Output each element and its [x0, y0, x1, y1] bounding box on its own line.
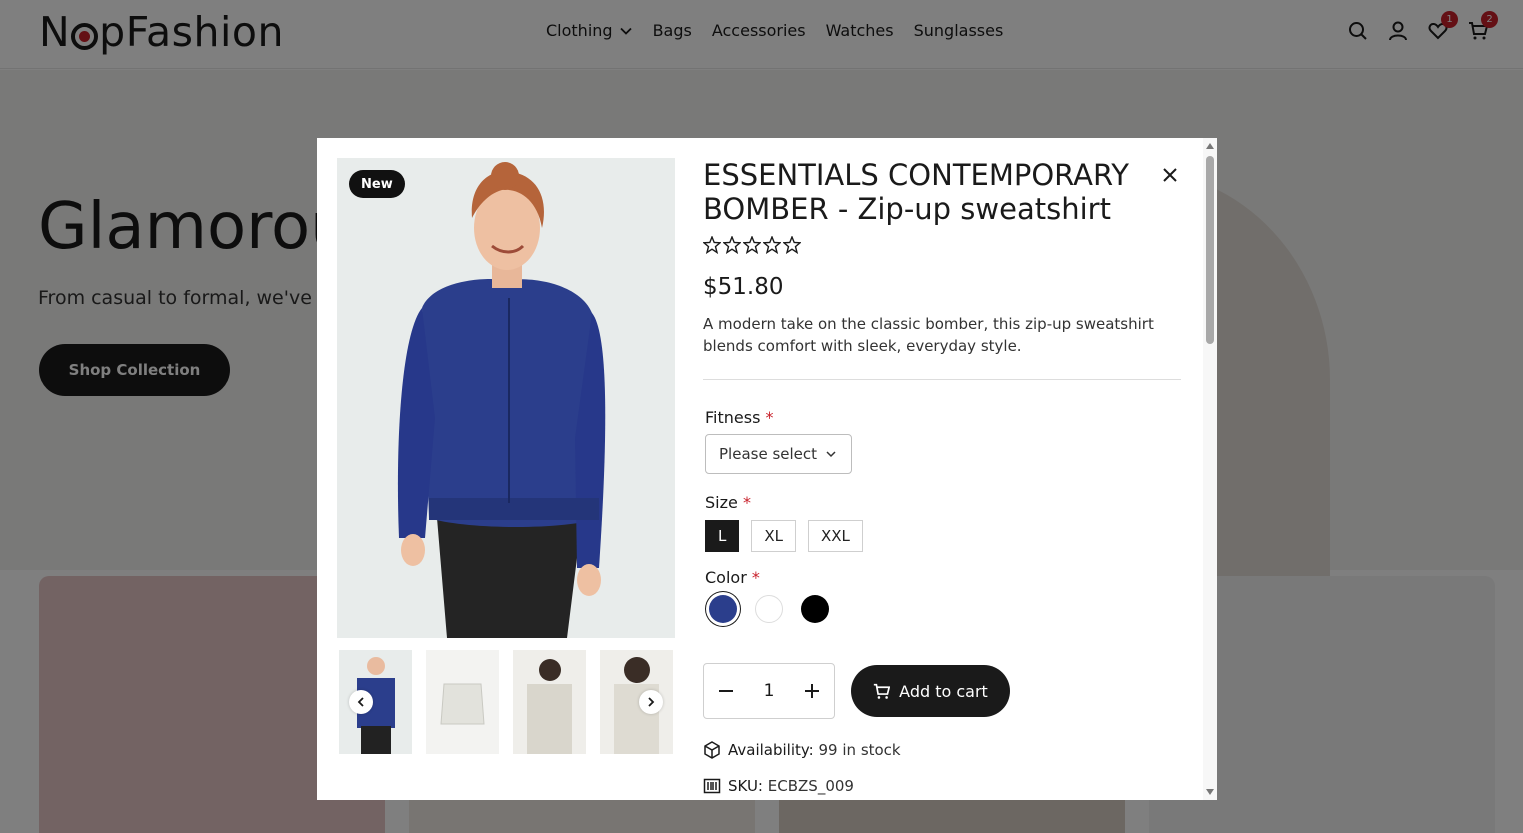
required-mark: *	[742, 493, 751, 512]
thumbnail-3[interactable]	[513, 650, 586, 754]
chevron-right-icon	[648, 697, 655, 707]
thumbnail-next-button[interactable]	[639, 690, 663, 714]
quick-view-modal: New ESSENTIALS CONTEMPORARY BOMBER - Zip…	[317, 138, 1217, 800]
sku: SKU: ECBZS_009	[703, 777, 854, 795]
add-to-cart-label: Add to cart	[899, 681, 988, 701]
size-option-xxl[interactable]: XXL	[808, 520, 863, 552]
product-title: ESSENTIALS CONTEMPORARY BOMBER - Zip-up …	[703, 158, 1130, 226]
size-label-text: Size	[705, 493, 738, 512]
box-icon	[704, 741, 720, 759]
sku-value: ECBZS_009	[767, 777, 854, 795]
product-main-image: New	[337, 158, 675, 638]
minus-icon[interactable]	[718, 683, 734, 699]
size-option-xl[interactable]: XL	[751, 520, 796, 552]
divider	[703, 379, 1181, 380]
star-icon	[703, 236, 721, 254]
thumbnail-image	[513, 650, 586, 754]
close-modal-button[interactable]	[1160, 165, 1180, 185]
color-swatch-black[interactable]	[801, 595, 829, 623]
color-label-text: Color	[705, 568, 747, 587]
availability: Availability: 99 in stock	[703, 741, 901, 759]
color-swatch-blue[interactable]	[709, 595, 737, 623]
fitness-select[interactable]: Please select	[705, 434, 852, 474]
product-photo	[337, 158, 675, 638]
quantity-value[interactable]: 1	[764, 681, 775, 701]
scroll-up-arrow-icon[interactable]	[1206, 143, 1214, 149]
chevron-down-icon	[826, 451, 836, 458]
chevron-left-icon	[357, 697, 364, 707]
close-icon	[1163, 168, 1177, 182]
scroll-down-arrow-icon[interactable]	[1206, 789, 1214, 795]
availability-label: Availability:	[728, 741, 814, 759]
star-icon	[763, 236, 781, 254]
cart-icon	[874, 683, 891, 699]
color-swatch-white[interactable]	[755, 595, 783, 623]
product-price: $51.80	[703, 274, 784, 300]
rating-stars	[703, 236, 801, 254]
new-badge: New	[349, 170, 405, 198]
required-mark: *	[765, 408, 774, 427]
modal-scrollbar[interactable]	[1203, 138, 1217, 800]
size-label: Size *	[705, 493, 751, 512]
barcode-icon	[703, 778, 721, 794]
fitness-label-text: Fitness	[705, 408, 761, 427]
thumbnail-2[interactable]	[426, 650, 499, 754]
plus-icon[interactable]	[804, 683, 820, 699]
thumbnail-prev-button[interactable]	[349, 690, 373, 714]
availability-value: 99 in stock	[818, 741, 901, 759]
fitness-label: Fitness *	[705, 408, 774, 427]
color-label: Color *	[705, 568, 760, 587]
add-to-cart-button[interactable]: Add to cart	[851, 665, 1010, 717]
fitness-select-value: Please select	[719, 445, 818, 463]
sku-label: SKU:	[728, 777, 763, 795]
required-mark: *	[751, 568, 760, 587]
product-description: A modern take on the classic bomber, thi…	[703, 315, 1154, 355]
quantity-stepper: 1	[703, 663, 835, 719]
thumbnail-strip	[339, 650, 675, 754]
thumbnail-image	[426, 650, 499, 754]
star-icon	[743, 236, 761, 254]
scroll-thumb[interactable]	[1206, 156, 1214, 344]
star-icon	[783, 236, 801, 254]
star-icon	[723, 236, 741, 254]
size-options: L XL XXL	[705, 520, 863, 552]
color-options	[709, 595, 829, 623]
size-option-l[interactable]: L	[705, 520, 740, 552]
